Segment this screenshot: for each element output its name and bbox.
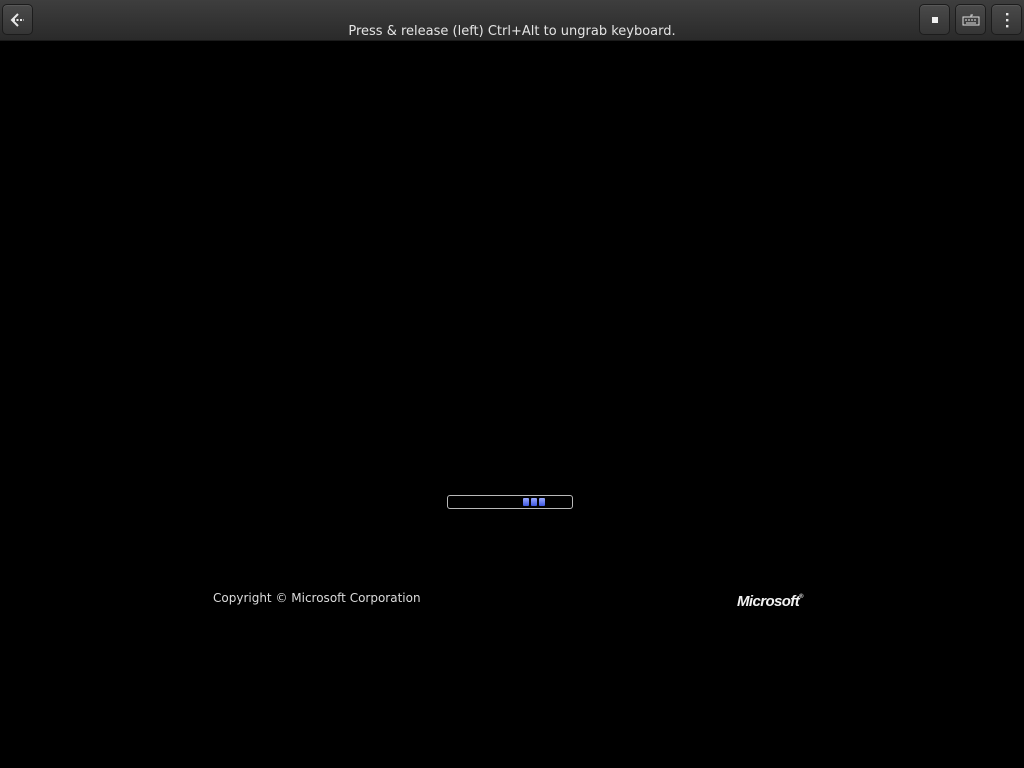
progress-segment: [523, 498, 529, 506]
progress-segment: [539, 498, 545, 506]
microsoft-logo: Microsoft®: [737, 587, 804, 612]
stop-icon: [931, 16, 938, 23]
copyright-text: Copyright © Microsoft Corporation: [213, 591, 421, 605]
boot-progress-bar: [447, 495, 573, 509]
logo-text: Microsoft: [737, 593, 800, 610]
registered-mark: ®: [799, 594, 803, 600]
vm-toolbar: Press & release (left) Ctrl+Alt to ungra…: [0, 0, 1024, 41]
more-menu-button[interactable]: [991, 4, 1022, 35]
ungrab-keyboard-hint: Press & release (left) Ctrl+Alt to ungra…: [348, 24, 676, 39]
keyboard-button[interactable]: [955, 4, 986, 35]
keyboard-icon: [962, 14, 979, 25]
more-vertical-icon: [1005, 12, 1008, 27]
progress-segment: [531, 498, 537, 506]
stop-button[interactable]: [919, 4, 950, 35]
